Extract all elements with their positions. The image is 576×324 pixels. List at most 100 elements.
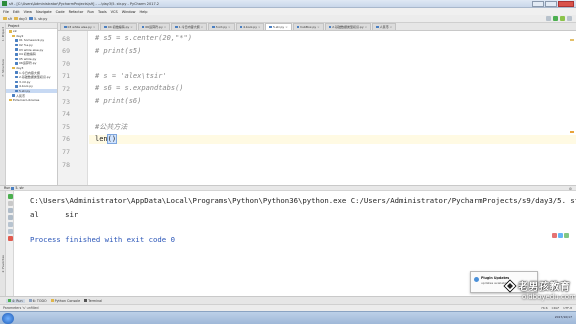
stop-icon[interactable]: [7, 201, 13, 206]
status-bar: Parameters 's' unfilled 76:6 CRLF UTF-8: [0, 304, 576, 311]
tab-structure[interactable]: 7: Structure: [1, 59, 6, 77]
editor-tab-label: 04 初始编码.py: [107, 25, 130, 29]
close-tab-icon[interactable]: ×: [130, 25, 133, 29]
menu-navigate[interactable]: Navigate: [36, 10, 52, 14]
file-encoding[interactable]: UTF-8: [563, 306, 572, 310]
tool-window-button[interactable]: Python Console: [50, 299, 80, 303]
tree-item-label: 02 %s.py: [19, 43, 33, 48]
minimize-button[interactable]: [532, 1, 544, 7]
console-output-line: al sir: [30, 210, 79, 219]
tool-window-icon: [8, 299, 11, 302]
line-number-gutter: 68 69 70 71 72 73 74 75 76 77 78: [58, 31, 88, 185]
menu-window[interactable]: Window: [122, 10, 136, 14]
code-line[interactable]: # s = 'alex\tsir': [95, 72, 167, 80]
close-tab-icon[interactable]: ×: [201, 25, 204, 29]
code-line[interactable]: len(): [95, 133, 118, 144]
editor-tab[interactable]: 1.今日内容大纲 ×: [171, 23, 208, 30]
close-tab-icon[interactable]: ×: [285, 25, 288, 29]
watermark-url: oldboyedu.com: [522, 293, 576, 301]
editor-tab[interactable]: 03 while else.py ×: [60, 23, 100, 30]
menu-file[interactable]: File: [3, 10, 9, 14]
ime-icon[interactable]: [564, 233, 569, 238]
rerun-icon[interactable]: [7, 194, 13, 199]
editor-tab-label: 1.今日内容大纲: [178, 25, 200, 29]
line-number: 76: [62, 135, 70, 144]
search-icon[interactable]: [567, 16, 572, 21]
code-line[interactable]: # s6 = s.expandtabs(): [95, 84, 184, 92]
tab-favorites[interactable]: 2: Favorites: [1, 255, 6, 272]
menu-refactor[interactable]: Refactor: [69, 10, 84, 14]
tool-window-bar: 4: Run 6: TODO Python Console Terminal: [0, 296, 576, 304]
editor-tab-label: hubBox.py: [300, 25, 317, 29]
tool-window-button[interactable]: 4: Run: [6, 298, 25, 303]
breadcrumb-item[interactable]: 5. str.py: [29, 17, 47, 21]
editor-tab[interactable]: 3.int.py ×: [208, 23, 235, 30]
editor-tab[interactable]: 06运算符.py ×: [137, 23, 171, 30]
close-button[interactable]: [558, 1, 574, 7]
close-tab-icon[interactable]: ×: [164, 25, 167, 29]
scroll-down-icon[interactable]: [7, 215, 13, 220]
tree-item-label: day3: [16, 66, 24, 71]
python-file-icon: [15, 89, 18, 93]
toolbar-actions: [546, 16, 572, 21]
ime-icon[interactable]: [552, 233, 557, 238]
scroll-up-icon[interactable]: [7, 208, 13, 213]
oldboy-logo-icon: [503, 279, 517, 293]
line-number: 74: [62, 110, 70, 119]
close-run-icon[interactable]: [7, 236, 13, 241]
menu-code[interactable]: Code: [56, 10, 65, 14]
close-tab-icon[interactable]: ×: [317, 25, 320, 29]
tree-folder[interactable]: External Libraries: [6, 98, 57, 103]
warning-marker[interactable]: [570, 39, 574, 41]
tool-window-button[interactable]: 6: TODO: [28, 299, 47, 303]
folder-icon: [12, 66, 15, 70]
python-file-icon: [239, 25, 243, 29]
editor-tab[interactable]: 4.bool.py ×: [235, 23, 265, 30]
editor-tab-label: 人民币: [379, 25, 389, 29]
start-button[interactable]: [2, 313, 14, 324]
caret-position[interactable]: 76:6: [541, 306, 548, 310]
soft-wrap-icon[interactable]: [7, 222, 13, 227]
debug-icon[interactable]: [560, 16, 565, 21]
code-line[interactable]: # print(s5): [95, 47, 141, 55]
taskbar-clock: 2017/10/17: [554, 315, 572, 319]
close-tab-icon[interactable]: ×: [365, 25, 368, 29]
maximize-button[interactable]: [545, 1, 557, 7]
menu-run[interactable]: Run: [87, 10, 94, 14]
code-line[interactable]: #公共方法: [95, 122, 127, 132]
warning-marker[interactable]: [570, 131, 574, 133]
code-line[interactable]: # s5 = s.center(20,"*"): [95, 34, 192, 42]
run-icon[interactable]: [553, 16, 558, 21]
close-tab-icon[interactable]: ×: [390, 25, 393, 29]
run-panel-title: Run: [4, 186, 11, 190]
editor-tab[interactable]: hubBox.py ×: [292, 23, 324, 30]
ime-icon[interactable]: [558, 233, 563, 238]
menu-edit[interactable]: Edit: [13, 10, 20, 14]
run-config-icon[interactable]: [546, 16, 551, 21]
tool-window-button[interactable]: Terminal: [84, 299, 102, 303]
editor-tab[interactable]: 人民币 ×: [372, 23, 397, 30]
python-file-icon: [15, 53, 18, 56]
code-editor[interactable]: 68 69 70 71 72 73 74 75 76 77 78 # s5 = s.center(2…: [58, 31, 576, 185]
editor-tab[interactable]: 2.基础数据类型初识.py ×: [324, 23, 372, 30]
editor-tab[interactable]: 5.str.py ×: [265, 23, 292, 30]
run-config-name[interactable]: 5. str: [15, 186, 24, 190]
tab-project[interactable]: 1: Project: [1, 27, 6, 41]
editor-tab[interactable]: 04 初始编码.py ×: [100, 23, 137, 30]
tree-item-label: 04 初始编码: [19, 52, 36, 57]
close-tab-icon[interactable]: ×: [93, 25, 96, 29]
run-toolbar: [6, 191, 14, 296]
window-title: s9 - [C:\Users\Administrator\PycharmProj…: [9, 1, 160, 6]
print-icon[interactable]: [7, 229, 13, 234]
menu-vcs[interactable]: VCS: [111, 10, 118, 14]
breadcrumb-item[interactable]: day3: [13, 17, 27, 21]
breadcrumb-item[interactable]: s9: [3, 17, 12, 21]
code-line[interactable]: # print(s6): [95, 97, 141, 105]
close-tab-icon[interactable]: ×: [228, 25, 231, 29]
menu-help[interactable]: Help: [140, 10, 148, 14]
python-file-icon: [12, 94, 15, 97]
line-separator[interactable]: CRLF: [552, 306, 560, 310]
close-tab-icon[interactable]: ×: [258, 25, 261, 29]
menu-tools[interactable]: Tools: [98, 10, 107, 14]
menu-view[interactable]: View: [24, 10, 32, 14]
